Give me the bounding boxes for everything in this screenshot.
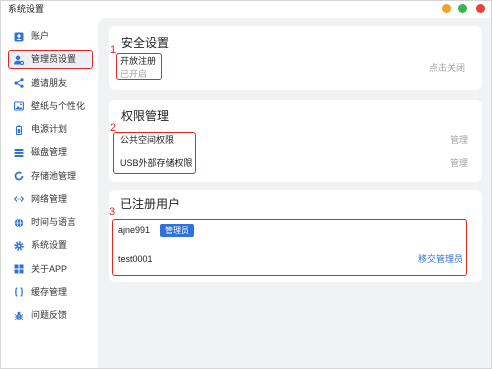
permission-management-card: 权限管理 2 公共空间权限 管理 USB外部存储权限 管理	[109, 100, 482, 182]
sidebar-item-label: 存储池管理	[31, 170, 77, 181]
sidebar-item-row: 系统设置	[8, 237, 92, 255]
sidebar-item-label: 电源计划	[31, 124, 68, 135]
sidebar-item-row: 关于APP	[8, 260, 92, 278]
sidebar-item-disk-management[interactable]: 磁盘管理	[1, 141, 98, 164]
sidebar-item-admin-settings[interactable]: 管理员设置	[1, 48, 98, 71]
sidebar: 账户 管理员设置 邀请朋友 壁纸与个性化 电源计划 磁盘管理 存储池管理 网络管…	[1, 25, 98, 327]
user-row: test0001 移交管理员	[118, 254, 463, 265]
sidebar-item-feedback[interactable]: 问题反馈	[1, 304, 98, 327]
sidebar-item-row: 电源计划	[8, 121, 92, 139]
sidebar-item-row: 账户	[8, 28, 92, 46]
sidebar-item-system-settings[interactable]: 系统设置	[1, 234, 98, 257]
security-settings-card: 安全设置 1 开放注册 已开启 点击关闭	[109, 26, 482, 90]
sidebar-item-label: 网络管理	[31, 193, 68, 204]
sidebar-item-about-app[interactable]: 关于APP	[1, 258, 98, 281]
sidebar-item-label: 时间与语言	[31, 217, 77, 228]
sidebar-item-row: 邀请朋友	[8, 74, 92, 92]
open-registration-status: 已开启	[120, 69, 148, 79]
sidebar-item-row: 时间与语言	[8, 214, 92, 232]
gear-icon	[14, 241, 24, 251]
title-bar[interactable]: 系统设置	[1, 1, 491, 18]
sidebar-item-row: 网络管理	[8, 190, 92, 208]
battery-icon	[14, 124, 24, 135]
sidebar-item-row: 存储池管理	[8, 167, 92, 185]
network-icon	[14, 194, 24, 204]
sidebar-item-row: 壁纸与个性化	[8, 97, 92, 115]
transfer-admin-link[interactable]: 移交管理员	[418, 254, 463, 265]
sidebar-item-row: 问题反馈	[8, 307, 92, 325]
account-icon	[14, 32, 24, 42]
app-grid-icon	[14, 264, 24, 274]
minimize-button[interactable]	[442, 4, 451, 13]
sidebar-item-label: 壁纸与个性化	[31, 100, 86, 111]
user-row: ajne991 管理员	[118, 224, 463, 237]
globe-icon	[14, 217, 24, 228]
sidebar-item-account[interactable]: 账户	[1, 25, 98, 48]
sidebar-item-label: 系统设置	[31, 240, 68, 251]
sidebar-item-time-language[interactable]: 时间与语言	[1, 211, 98, 234]
settings-window: 系统设置 账户 管理员设置 邀请朋友 壁纸与个性化 电源计划 磁盘管理 存储池管…	[0, 0, 492, 369]
bug-icon	[14, 311, 24, 321]
open-registration-row: 开放注册 已开启 点击关闭	[120, 56, 465, 80]
sidebar-item-label: 磁盘管理	[31, 147, 68, 158]
sidebar-item-row: 磁盘管理	[8, 144, 92, 162]
sidebar-item-cache-management[interactable]: 缓存管理	[1, 281, 98, 304]
username: test0001	[118, 254, 153, 264]
sidebar-item-storage-pool-management[interactable]: 存储池管理	[1, 165, 98, 188]
section-title-security: 安全设置	[121, 36, 170, 50]
annotation-marker-1: 1	[110, 44, 117, 56]
permission-label: 公共空间权限	[120, 135, 175, 145]
maximize-button[interactable]	[458, 4, 467, 13]
sidebar-item-label: 管理员设置	[31, 54, 77, 65]
braces-icon	[14, 287, 24, 297]
disk-icon	[14, 148, 24, 158]
close-button[interactable]	[476, 4, 485, 13]
sidebar-item-label: 账户	[31, 31, 50, 42]
permission-row-public-space: 公共空间权限 管理	[120, 135, 468, 146]
storage-pool-icon	[14, 171, 24, 181]
window-title: 系统设置	[8, 4, 45, 14]
annotation-marker-2: 2	[110, 122, 117, 134]
sidebar-item-invite-friends[interactable]: 邀请朋友	[1, 72, 98, 95]
content-area: 安全设置 1 开放注册 已开启 点击关闭 权限管理 2 公共空间权限 管理 US…	[98, 18, 491, 368]
sidebar-item-wallpaper-personalization[interactable]: 壁纸与个性化	[1, 95, 98, 118]
sidebar-item-label: 关于APP	[31, 263, 68, 274]
admin-badge: 管理员	[160, 224, 195, 237]
sidebar-item-row: 缓存管理	[8, 283, 92, 301]
annotation-marker-3: 3	[109, 206, 116, 218]
section-title-users: 已注册用户	[120, 197, 181, 211]
open-registration-label: 开放注册	[120, 56, 157, 66]
registered-users-card: 已注册用户 3 ajne991 管理员 test0001 移交管理员	[109, 190, 482, 282]
sidebar-item-label: 问题反馈	[31, 310, 68, 321]
sidebar-item-network-management[interactable]: 网络管理	[1, 188, 98, 211]
manage-button[interactable]: 管理	[450, 158, 468, 169]
admin-settings-icon	[14, 55, 24, 65]
sidebar-item-row: 管理员设置	[8, 50, 92, 69]
manage-button[interactable]: 管理	[450, 135, 468, 146]
permission-label: USB外部存储权限	[120, 158, 193, 168]
permission-row-usb-storage: USB外部存储权限 管理	[120, 158, 468, 169]
open-registration-text: 开放注册 已开启	[120, 56, 156, 80]
share-icon	[14, 78, 24, 88]
username: ajne991	[118, 225, 151, 235]
section-title-permissions: 权限管理	[121, 109, 170, 123]
wallpaper-icon	[14, 101, 24, 111]
sidebar-item-label: 缓存管理	[31, 286, 68, 297]
sidebar-item-power-plan[interactable]: 电源计划	[1, 118, 98, 141]
sidebar-item-label: 邀请朋友	[31, 77, 68, 88]
close-registration-link[interactable]: 点击关闭	[429, 63, 465, 74]
